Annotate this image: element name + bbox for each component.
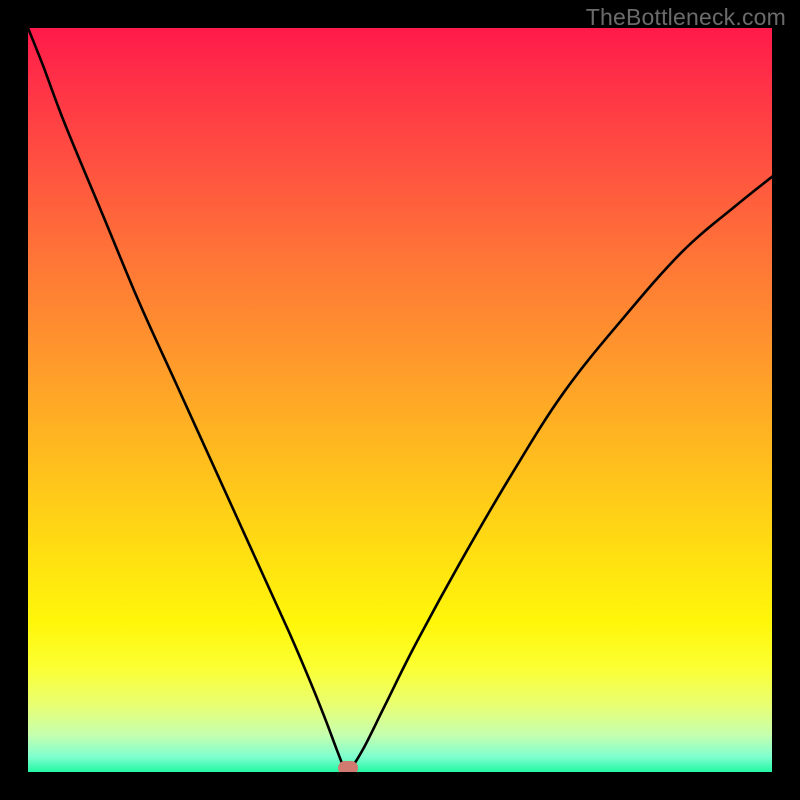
bottleneck-curve bbox=[28, 28, 772, 772]
watermark-text: TheBottleneck.com bbox=[586, 4, 786, 31]
optimum-marker bbox=[338, 761, 358, 772]
plot-area bbox=[28, 28, 772, 772]
chart-frame: TheBottleneck.com bbox=[0, 0, 800, 800]
